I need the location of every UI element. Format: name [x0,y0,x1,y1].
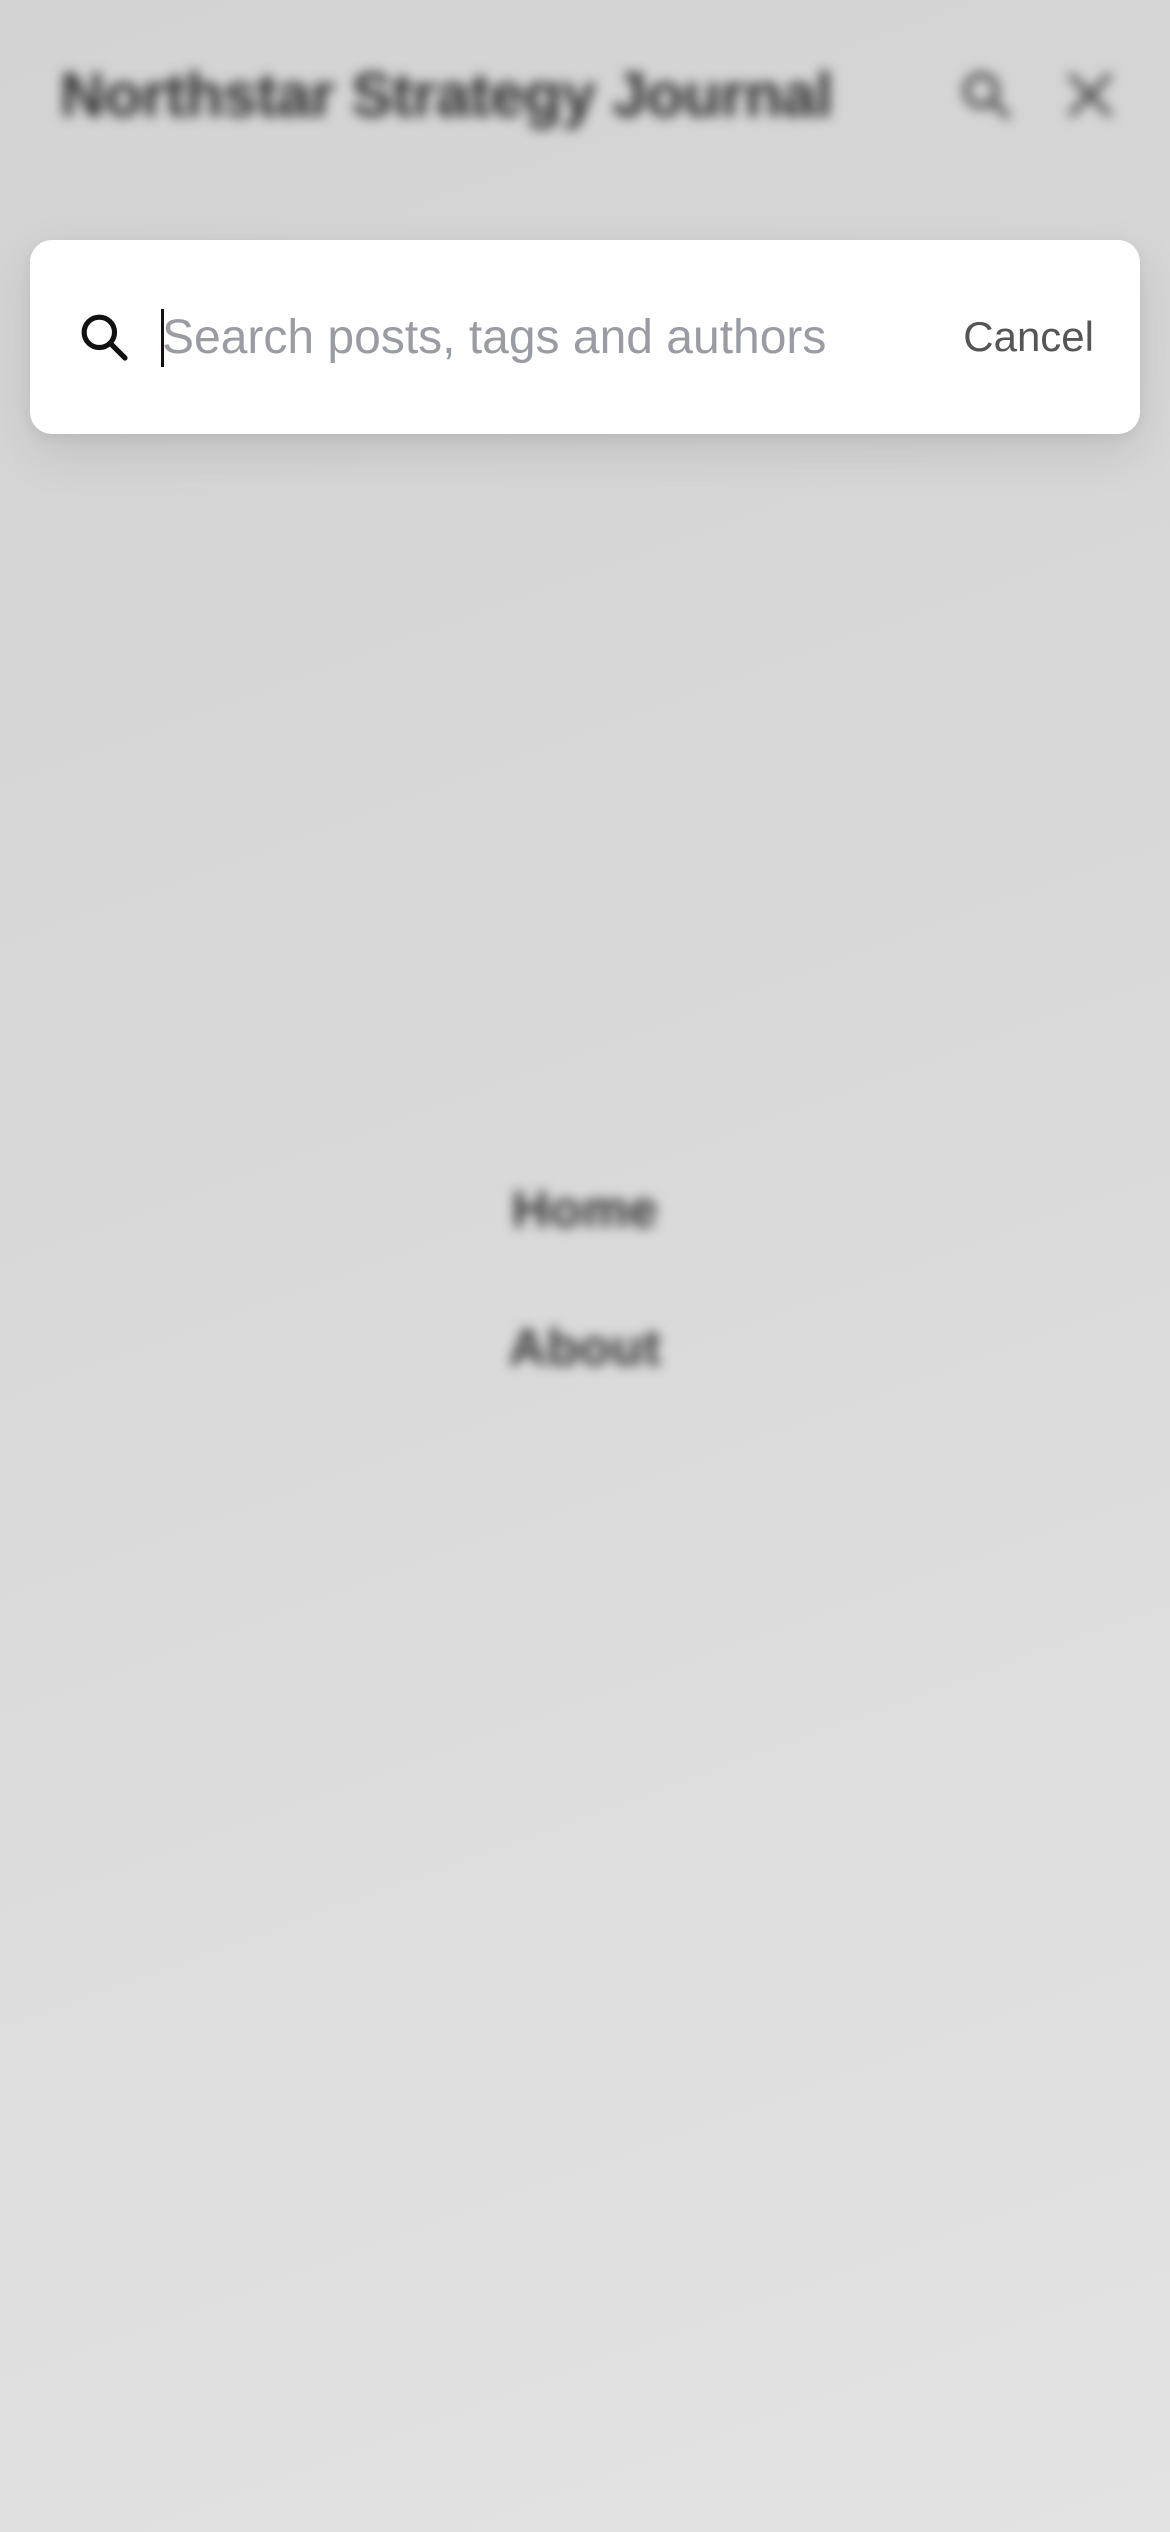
site-title: Northstar Strategy Journal [60,60,833,130]
search-icon[interactable] [958,67,1014,123]
cancel-button[interactable]: Cancel [963,313,1094,361]
header-actions [958,67,1118,123]
search-panel: Cancel [30,240,1140,434]
nav-item-about[interactable]: About [509,1318,662,1378]
close-icon[interactable] [1062,67,1118,123]
text-caret [161,309,164,367]
search-icon [76,309,132,365]
nav-item-home[interactable]: Home [512,1180,658,1240]
search-input[interactable] [162,302,944,372]
site-header: Northstar Strategy Journal [60,55,1130,135]
nav-menu: Home About [0,1180,1170,1378]
